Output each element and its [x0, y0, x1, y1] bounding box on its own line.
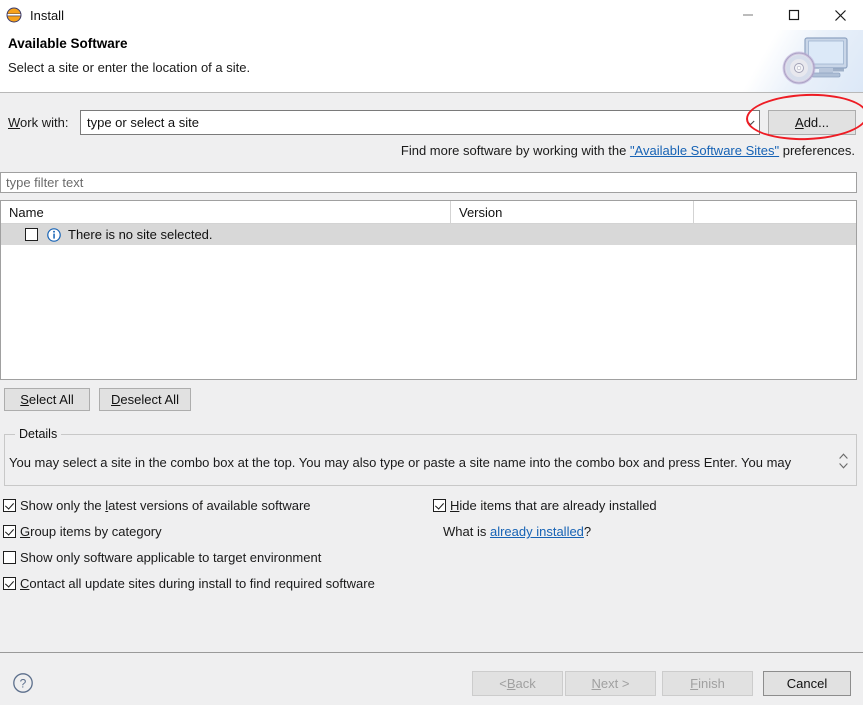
- title-bar: Install: [0, 0, 863, 30]
- cancel-button[interactable]: Cancel: [763, 671, 851, 696]
- help-icon[interactable]: ?: [12, 672, 34, 694]
- page-subtitle: Select a site or enter the location of a…: [8, 60, 251, 75]
- option-contact-update-sites[interactable]: Contact all update sites during install …: [3, 576, 375, 591]
- whatis-prefix: What is: [443, 524, 490, 539]
- option-label-hide-installed: Hide items that are already installed: [450, 498, 657, 513]
- whatis-suffix: ?: [583, 524, 592, 539]
- work-with-label: Work with:: [8, 115, 69, 130]
- window-title: Install: [30, 7, 64, 23]
- maximize-icon[interactable]: [771, 0, 817, 30]
- option-hide-installed[interactable]: Hide items that are already installed: [433, 498, 657, 513]
- column-header-extra[interactable]: [694, 201, 856, 223]
- option-group-by-category[interactable]: Group items by category: [3, 524, 162, 539]
- filter-input[interactable]: type filter text: [0, 172, 857, 193]
- page-title: Available Software: [8, 36, 128, 51]
- checkbox-target-environment[interactable]: [3, 551, 16, 564]
- banner-artwork: [703, 30, 863, 92]
- scroll-spinner[interactable]: [837, 449, 850, 473]
- work-with-combo-value: type or select a site: [87, 115, 199, 130]
- table-header: Name Version: [1, 201, 856, 224]
- details-group: Details You may select a site in the com…: [4, 427, 857, 486]
- eclipse-icon: [6, 7, 22, 23]
- close-icon[interactable]: [817, 0, 863, 30]
- info-icon: [47, 227, 61, 242]
- monitor-cd-icon: [779, 34, 851, 90]
- available-software-sites-link[interactable]: "Available Software Sites": [630, 143, 779, 158]
- find-more-prefix: Find more software by working with the: [400, 143, 630, 158]
- option-label-show-latest-versions: Show only the latest versions of availab…: [20, 498, 311, 513]
- option-show-latest-versions[interactable]: Show only the latest versions of availab…: [3, 498, 311, 513]
- row-checkbox[interactable]: [25, 228, 38, 241]
- checkbox-show-latest-versions[interactable]: [3, 499, 16, 512]
- find-more-suffix: preferences.: [779, 143, 855, 158]
- filter-placeholder: type filter text: [6, 175, 84, 190]
- window-controls: [725, 0, 863, 30]
- column-header-version[interactable]: Version: [451, 201, 694, 223]
- deselect-all-button[interactable]: Deselect All: [99, 388, 191, 411]
- column-header-name[interactable]: Name: [1, 201, 451, 223]
- row-name-text: There is no site selected.: [68, 227, 213, 242]
- header-banner: Available Software Select a site or ente…: [0, 30, 863, 93]
- table-row[interactable]: There is no site selected.: [1, 224, 856, 245]
- checkbox-hide-installed[interactable]: [433, 499, 446, 512]
- option-label-contact-update-sites: Contact all update sites during install …: [20, 576, 375, 591]
- chevron-down-icon[interactable]: [741, 111, 759, 134]
- work-with-combo[interactable]: type or select a site: [80, 110, 760, 135]
- select-all-button[interactable]: Select All: [4, 388, 90, 411]
- finish-button[interactable]: Finish: [662, 671, 753, 696]
- add-site-button[interactable]: Add...: [768, 110, 856, 135]
- minimize-icon[interactable]: [725, 0, 771, 30]
- find-more-software-text: Find more software by working with the "…: [401, 143, 855, 158]
- svg-text:?: ?: [20, 676, 27, 690]
- details-legend: Details: [15, 427, 62, 441]
- checkbox-contact-update-sites[interactable]: [3, 577, 16, 590]
- install-dialog: Install Available Software Select a site…: [0, 0, 863, 705]
- option-target-environment[interactable]: Show only software applicable to target …: [3, 550, 321, 565]
- what-is-already-installed: What is already installed?: [443, 524, 591, 539]
- next-button[interactable]: Next >: [565, 671, 656, 696]
- checkbox-group-by-category[interactable]: [3, 525, 16, 538]
- back-button[interactable]: < Back: [472, 671, 563, 696]
- footer-separator: [0, 652, 863, 653]
- already-installed-link[interactable]: already installed: [490, 524, 584, 539]
- details-text: You may select a site in the combo box a…: [9, 455, 792, 470]
- available-software-table: Name Version There is no site selected.: [0, 200, 857, 380]
- option-label-target-environment: Show only software applicable to target …: [20, 550, 322, 565]
- option-label-group-by-category: Group items by category: [20, 524, 162, 539]
